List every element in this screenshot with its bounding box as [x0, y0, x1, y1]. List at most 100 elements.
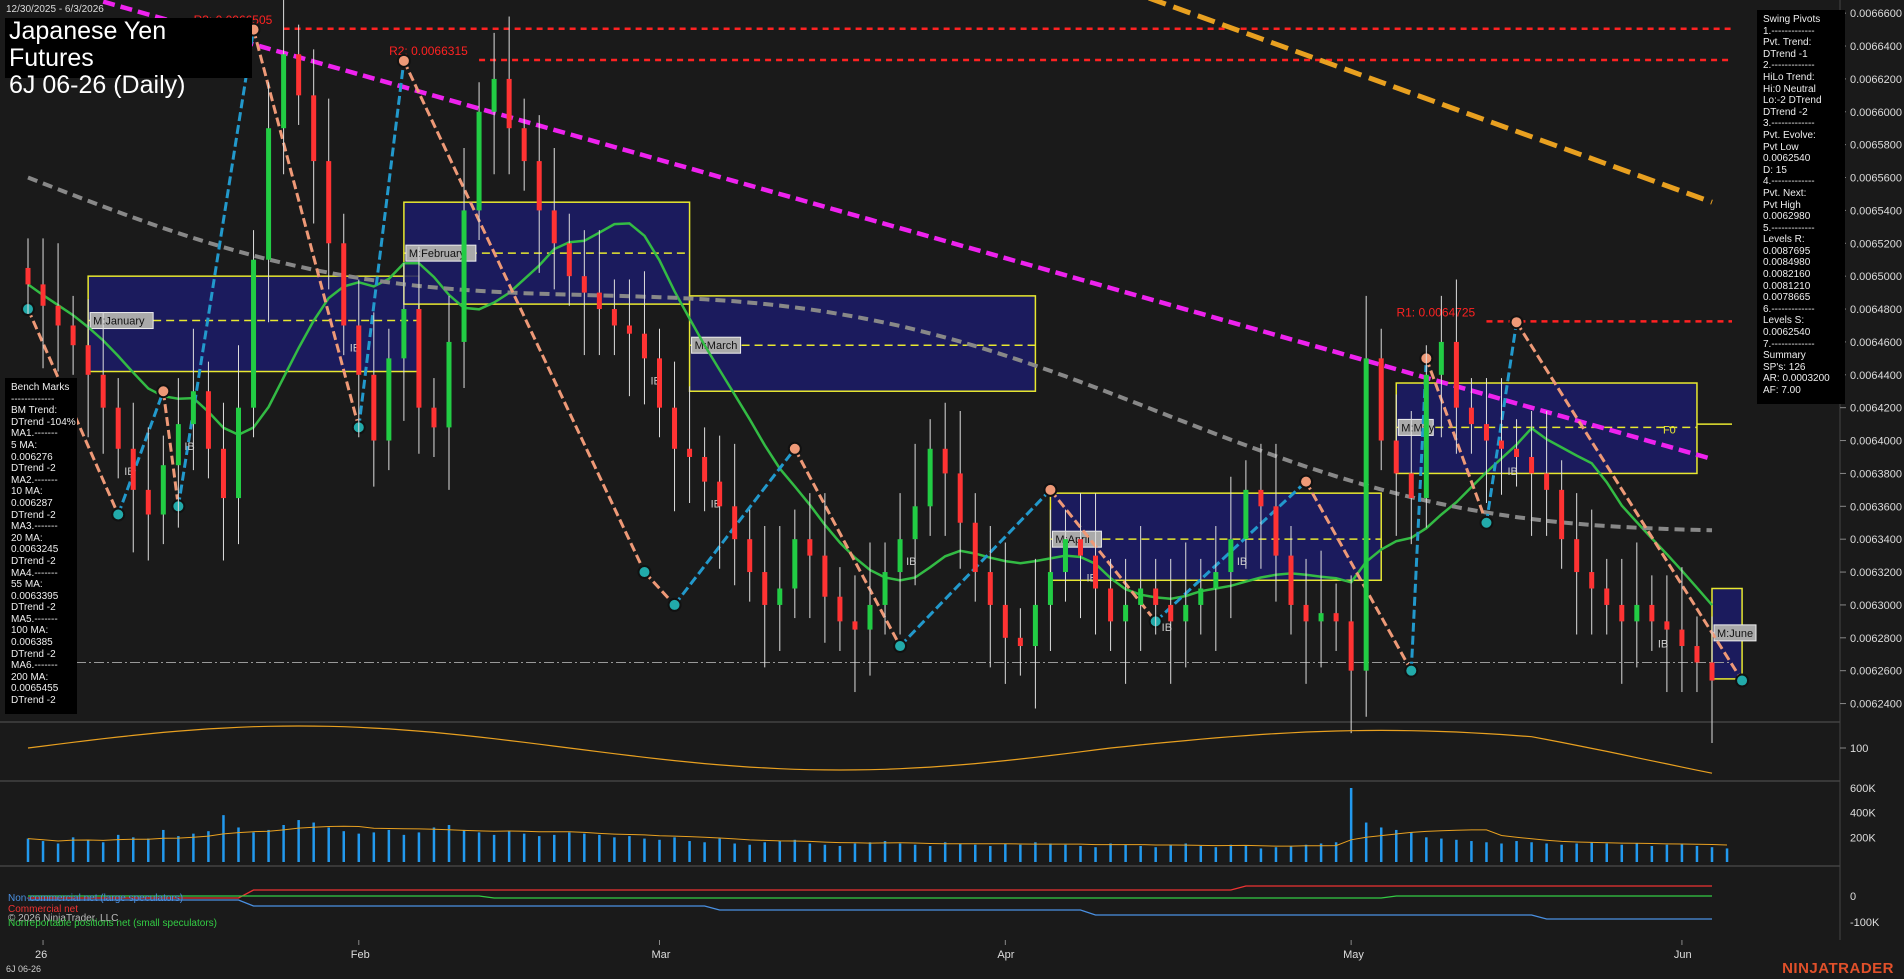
volume-tick-label: 600K: [1850, 783, 1876, 795]
price-tick-label: 0.0066000: [1850, 107, 1902, 119]
pivot-high-marker: [1299, 474, 1314, 489]
price-tick-label: 0.0065800: [1850, 140, 1902, 152]
swing-pivot-line: DTrend -2: [1763, 106, 1808, 118]
candle-body: [356, 325, 362, 375]
month-box-label: M:January: [93, 316, 145, 328]
swing-pivot-line: Pvt. Next:: [1763, 187, 1807, 199]
benchmark-line: BM Trend:: [11, 405, 58, 417]
price-axis: 0.0066600 0.0066400 0.0066200 0.0066000 0.00…: [1840, 8, 1902, 711]
month-box: [688, 295, 1037, 392]
price-tick-label: 0.0063200: [1850, 567, 1902, 579]
candle-body: [912, 506, 918, 540]
candle-body: [732, 506, 738, 540]
candle-body: [1138, 588, 1144, 605]
candle-body: [987, 572, 993, 605]
candle-body: [927, 448, 933, 507]
benchmark-line: DTrend -2: [11, 463, 56, 475]
up-swing-line: [116, 390, 165, 516]
candle-body: [326, 161, 332, 244]
benchmark-line: MA3.-------: [11, 521, 58, 533]
price-tick-label: 0.0065400: [1850, 205, 1902, 217]
up-swing-line: [176, 29, 256, 507]
swing-pivot-line: Pvt. Trend:: [1763, 37, 1812, 49]
price-tick-label: 0.0066200: [1850, 74, 1902, 86]
chart-title: Japanese Yen Futures 6J 06-26 (Daily): [5, 17, 252, 99]
candle-body: [957, 473, 963, 523]
candle-body: [1514, 448, 1520, 457]
symbol-footer: 6J 06-26: [6, 964, 42, 974]
time-tick-label: May: [1343, 949, 1364, 961]
candle-body: [581, 276, 587, 293]
pivot-high-marker: [156, 384, 171, 399]
benchmark-line: 0.0063245: [11, 544, 59, 556]
candle-body: [1574, 539, 1580, 573]
price-tick-label: 0.0063400: [1850, 534, 1902, 546]
benchmark-line: 10 MA:: [11, 486, 43, 498]
benchmarks-panel: Bench Marks ------------- BM Trend: DTrend …: [5, 378, 77, 714]
candle-body: [190, 391, 196, 425]
candle-body: [205, 391, 211, 449]
candle-body: [1679, 629, 1685, 647]
month-box-label: M:June: [1717, 628, 1753, 640]
candle-body: [867, 604, 873, 630]
swing-pivot-line: D: 15: [1763, 164, 1787, 176]
benchmark-line: MA2.-------: [11, 474, 58, 486]
price-tick-label: 0.0066400: [1850, 41, 1902, 53]
long-ma-line: [1147, 0, 1713, 205]
pivot-low-marker: [111, 507, 126, 522]
swing-pivot-line: 4.-------------: [1763, 176, 1815, 188]
benchmark-line: 0.006276: [11, 451, 53, 463]
swing-pivot-line: Pvt High: [1763, 199, 1801, 211]
candle-body: [1078, 539, 1083, 556]
candle-body: [386, 358, 392, 441]
swing-pivot-line: 0.0078665: [1763, 292, 1811, 304]
swing-pivots-panel: Swing Pivots 1.------------- Pvt. Trend: DT…: [1757, 10, 1845, 404]
time-tick-label: 26: [35, 949, 47, 961]
candle-body: [1318, 613, 1324, 622]
candle-body: [1694, 646, 1700, 663]
candle-body: [1423, 374, 1429, 499]
candle-body: [1032, 604, 1038, 647]
candle-body: [431, 407, 437, 428]
candle-body: [100, 374, 106, 408]
swing-pivot-line: HiLo Trend:: [1763, 71, 1815, 83]
candle-body: [1333, 613, 1339, 622]
candle-body: [251, 259, 257, 408]
candle-body: [792, 539, 798, 589]
pivot-low-marker: [1404, 663, 1419, 678]
price-tick-label: 0.0064800: [1850, 304, 1902, 316]
time-tick-label: Feb: [351, 949, 370, 961]
benchmark-line: 200 MA:: [11, 671, 49, 683]
candle-body: [1589, 572, 1595, 589]
swing-pivot-line: 1.-------------: [1763, 25, 1815, 37]
price-tick-label: 0.0065200: [1850, 238, 1902, 250]
candle-body: [281, 54, 287, 129]
swing-pivot-line: 0.0062540: [1763, 327, 1811, 339]
swing-pivot-line: 0.0081210: [1763, 280, 1811, 292]
benchmark-line: 20 MA:: [11, 532, 43, 544]
candle-body: [1213, 572, 1219, 589]
volume-tick-label: 200K: [1850, 832, 1876, 844]
candle-body: [1273, 506, 1279, 556]
candle-body: [341, 243, 347, 326]
sub-panels: 100 600K 400K 200K 0 -100K: [26, 725, 1880, 929]
candle-body: [1709, 662, 1715, 681]
candle-body: [1228, 539, 1234, 573]
candle-body: [1559, 489, 1565, 540]
benchmark-line: 0.0063395: [11, 590, 59, 602]
swing-pivot-line: Swing Pivots: [1763, 14, 1821, 25]
candle-body: [657, 358, 662, 408]
benchmark-line: DTrend -2: [11, 602, 56, 614]
nonreportable-net-line: [28, 895, 1712, 899]
candle-body: [1123, 604, 1129, 622]
pivot-high-marker: [1043, 482, 1058, 497]
price-tick-label: 0.0062800: [1850, 633, 1902, 645]
title-line-1: Japanese Yen Futures: [9, 17, 167, 72]
benchmark-line: 0.006287: [11, 497, 53, 509]
candle-body: [1363, 358, 1369, 671]
candle-body: [807, 539, 813, 556]
time-tick-label: Jun: [1674, 949, 1692, 961]
candle-body: [85, 345, 91, 375]
swing-pivot-line: 6.-------------: [1763, 303, 1815, 315]
price-tick-label: 0.0064000: [1850, 436, 1902, 448]
